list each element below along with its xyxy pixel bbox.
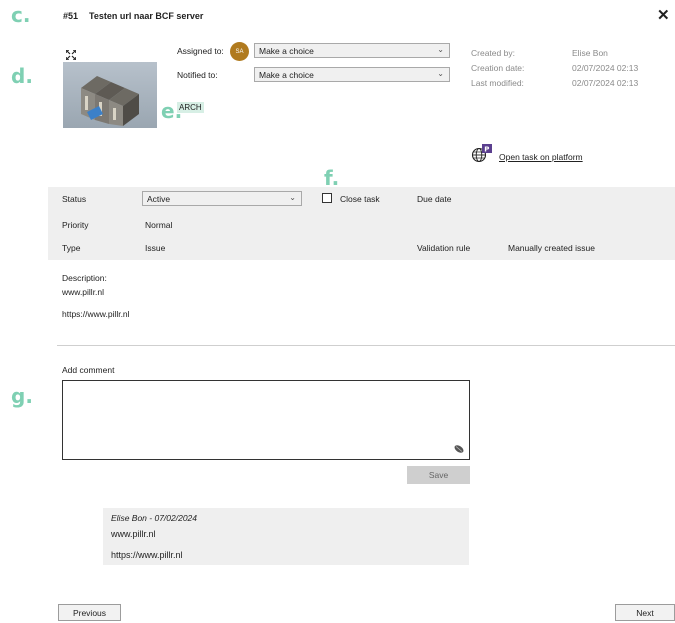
chevron-down-icon: ⌄	[437, 45, 444, 54]
creation-date-value: 02/07/2024 02:13	[572, 63, 639, 73]
add-comment-label: Add comment	[62, 365, 115, 375]
priority-value: Normal	[145, 220, 173, 230]
status-value: Active	[147, 194, 171, 204]
callout-d: d.	[11, 64, 33, 88]
callout-c: c.	[11, 3, 31, 27]
callout-g: g.	[11, 384, 33, 408]
close-task-label: Close task	[340, 194, 380, 204]
paperclip-icon[interactable]	[453, 444, 465, 454]
validation-rule-value: Manually created issue	[508, 243, 595, 253]
task-title: Testen url naar BCF server	[89, 11, 204, 21]
svg-text:P: P	[484, 146, 489, 154]
type-value: Issue	[145, 243, 166, 253]
description-line: www.pillr.nl	[62, 287, 105, 297]
assigned-to-value: Make a choice	[259, 46, 314, 56]
expand-icon[interactable]	[66, 50, 76, 60]
notified-to-select[interactable]: Make a choice ⌄	[254, 67, 450, 82]
description-line: https://www.pillr.nl	[62, 309, 130, 319]
chevron-down-icon: ⌄	[289, 193, 296, 202]
globe-platform-icon[interactable]: P	[471, 143, 493, 163]
comment-card: Elise Bon - 07/02/2024 www.pillr.nl http…	[103, 508, 469, 565]
save-button[interactable]: Save	[407, 466, 470, 484]
status-label: Status	[62, 194, 87, 204]
assigned-to-label: Assigned to:	[177, 46, 224, 56]
description-label: Description:	[62, 273, 107, 283]
comment-line: www.pillr.nl	[111, 529, 156, 539]
created-by-value: Elise Bon	[572, 48, 608, 58]
creation-date-label: Creation date:	[471, 63, 525, 73]
arch-tag[interactable]: ARCH	[177, 102, 204, 113]
callout-f: f.	[324, 166, 340, 190]
building-model-image	[81, 76, 139, 126]
close-task-checkbox[interactable]	[322, 193, 332, 203]
section-divider	[57, 345, 675, 346]
chevron-down-icon: ⌄	[437, 69, 444, 78]
comment-textarea[interactable]	[62, 380, 470, 460]
type-label: Type	[62, 243, 81, 253]
avatar: SA	[230, 42, 249, 61]
last-modified-label: Last modified:	[471, 78, 524, 88]
notified-to-label: Notified to:	[177, 70, 218, 80]
previous-button[interactable]: Previous	[58, 604, 121, 621]
created-by-label: Created by:	[471, 48, 515, 58]
open-task-link[interactable]: Open task on platform	[499, 152, 583, 162]
comment-author-date: Elise Bon - 07/02/2024	[111, 513, 198, 523]
status-select[interactable]: Active ⌄	[142, 191, 302, 206]
notified-to-value: Make a choice	[259, 70, 314, 80]
task-number: #51	[63, 11, 79, 21]
model-thumbnail[interactable]	[63, 62, 157, 128]
priority-label: Priority	[62, 220, 89, 230]
last-modified-value: 02/07/2024 02:13	[572, 78, 639, 88]
assigned-to-select[interactable]: Make a choice ⌄	[254, 43, 450, 58]
validation-rule-label: Validation rule	[417, 243, 471, 253]
close-icon[interactable]: ✕	[657, 8, 670, 23]
next-button[interactable]: Next	[615, 604, 675, 621]
due-date-label: Due date	[417, 194, 452, 204]
comment-line: https://www.pillr.nl	[111, 550, 183, 560]
